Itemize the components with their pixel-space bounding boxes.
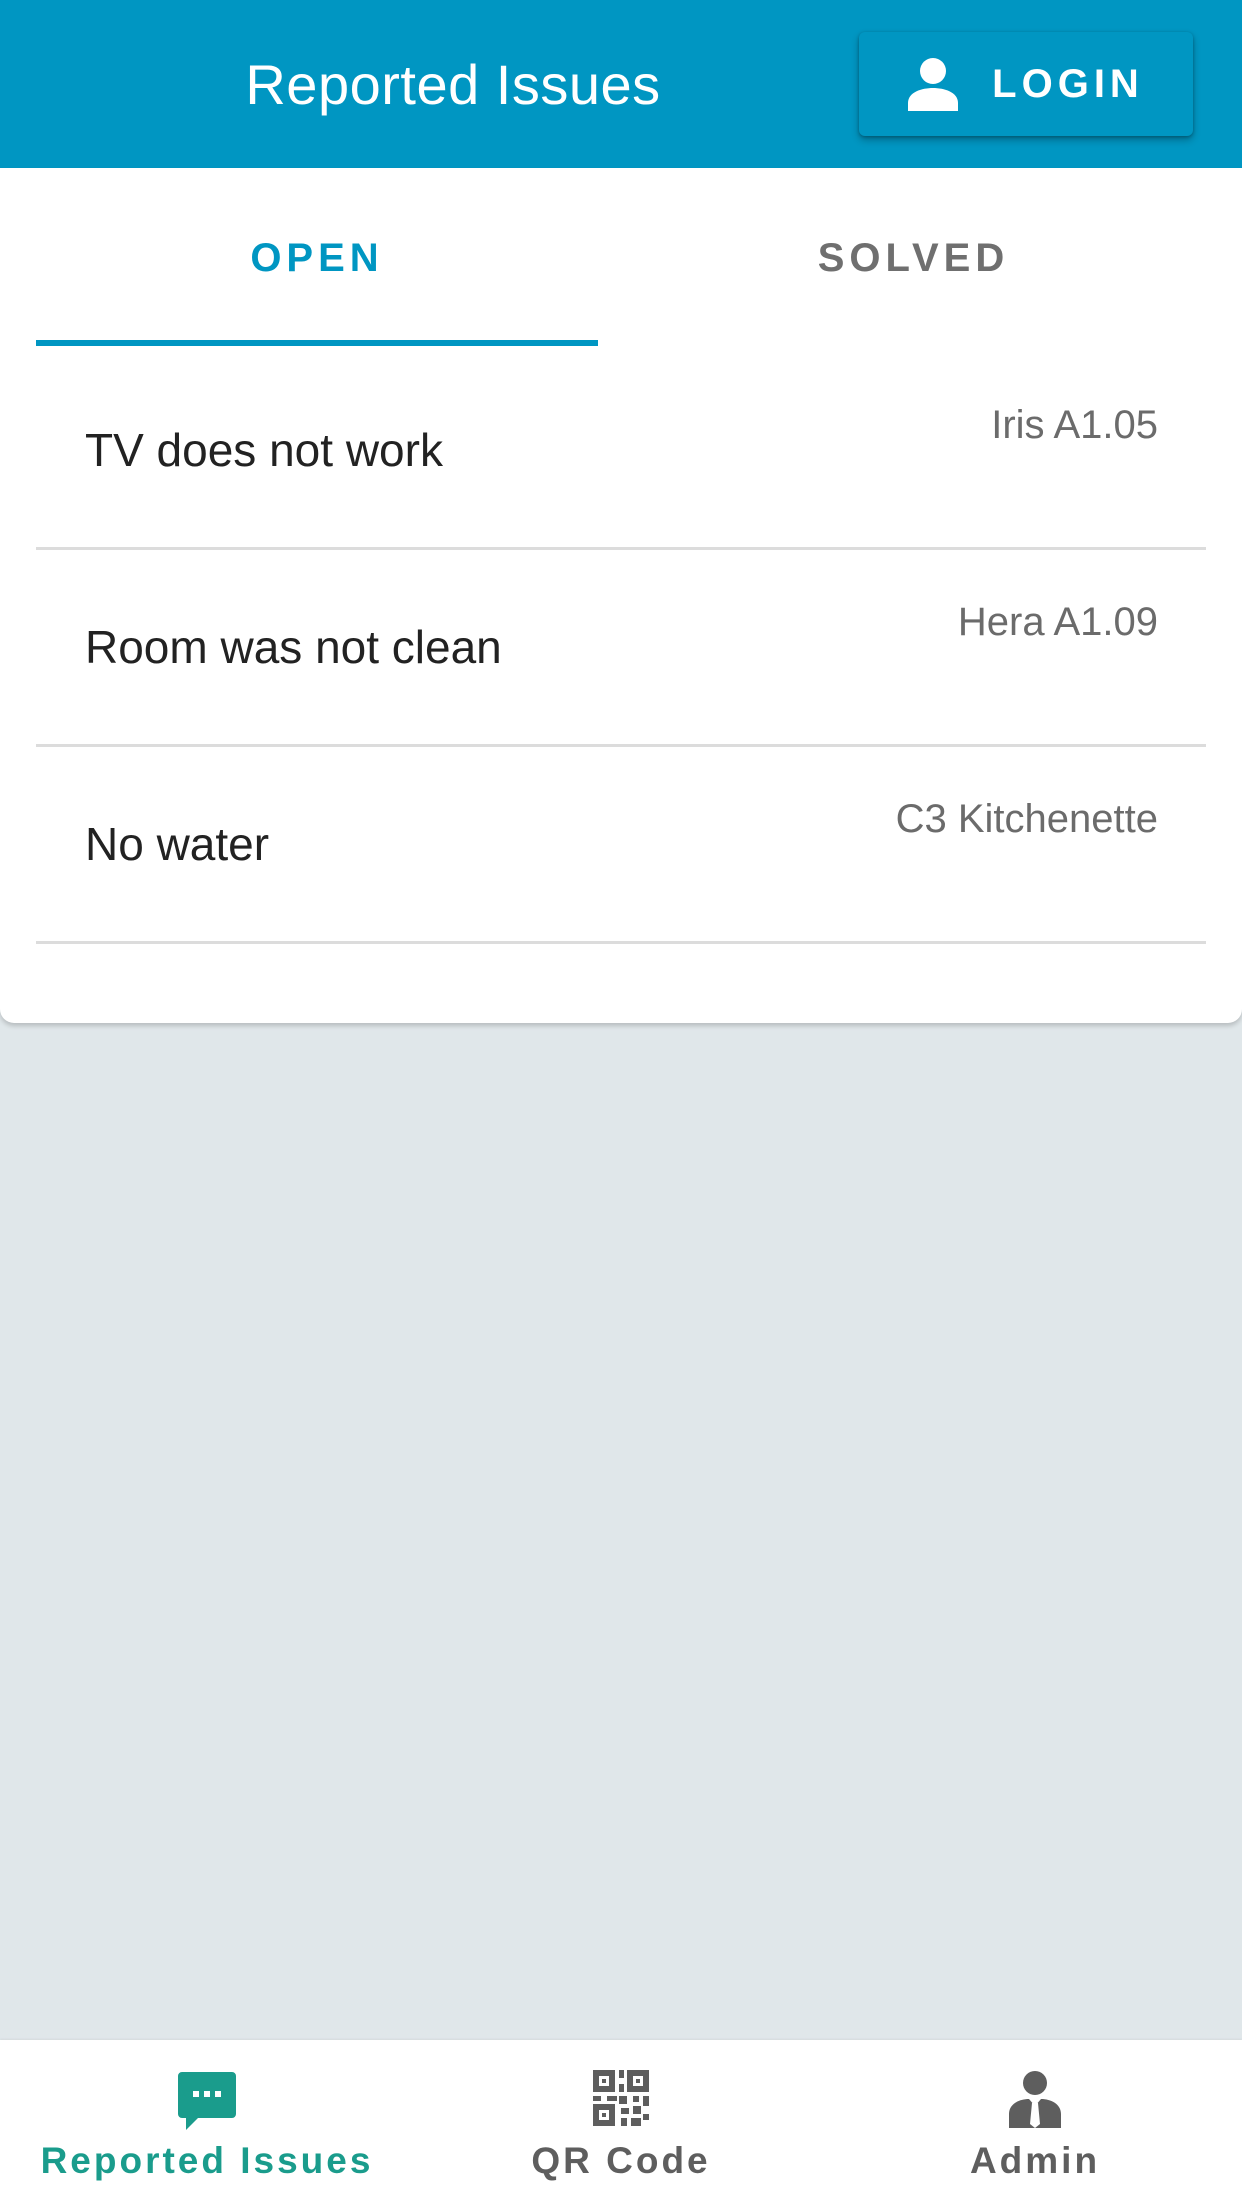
issue-list-item[interactable]: TV does not work Iris A1.05 xyxy=(36,351,1206,550)
nav-label-qr-code: QR Code xyxy=(531,2140,711,2181)
issues-card: OPEN SOLVED TV does not work Iris A1.05 … xyxy=(0,168,1242,1023)
chat-bubble-icon xyxy=(176,2070,238,2137)
login-label: LOGIN xyxy=(992,61,1144,106)
tab-solved[interactable]: SOLVED xyxy=(621,168,1206,348)
issue-title: Room was not clean xyxy=(85,621,502,673)
tab-bar: OPEN SOLVED xyxy=(36,168,1206,348)
issue-title: TV does not work xyxy=(85,424,443,476)
nav-item-admin[interactable]: Admin xyxy=(828,2040,1242,2208)
issue-title: No water xyxy=(85,818,270,870)
app-bar: Reported Issues LOGIN xyxy=(0,0,1242,168)
issue-list-item[interactable]: Room was not clean Hera A1.09 xyxy=(36,548,1206,747)
admin-person-icon xyxy=(1009,2070,1061,2133)
page-title: Reported Issues xyxy=(245,52,661,116)
tab-open[interactable]: OPEN xyxy=(36,168,598,348)
nav-item-qr-code[interactable]: QR Code xyxy=(414,2040,828,2208)
tab-indicator xyxy=(36,340,598,346)
nav-label-reported-issues: Reported Issues xyxy=(40,2140,374,2181)
login-button[interactable]: LOGIN xyxy=(859,32,1193,136)
bottom-navigation: Reported Issues QR Code Admin xyxy=(0,2040,1242,2208)
nav-label-admin: Admin xyxy=(969,2140,1101,2181)
person-icon xyxy=(908,57,959,111)
issue-list-item[interactable]: No water C3 Kitchenette xyxy=(36,745,1206,944)
nav-item-reported-issues[interactable]: Reported Issues xyxy=(0,2040,414,2208)
issue-location: Hera A1.09 xyxy=(957,600,1158,644)
issue-location: C3 Kitchenette xyxy=(895,797,1158,841)
qr-code-icon xyxy=(593,2070,649,2131)
issue-location: Iris A1.05 xyxy=(991,403,1158,447)
